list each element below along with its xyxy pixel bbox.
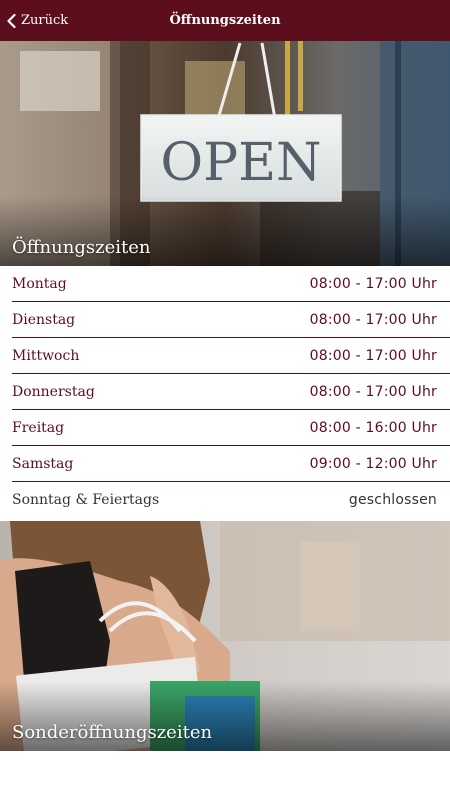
hero-caption-opening-hours: Öffnungszeiten: [12, 237, 151, 258]
page-title: Öffnungszeiten: [169, 13, 281, 28]
list-item: Mittwoch 08:00 - 17:00 Uhr: [0, 338, 450, 374]
hero-special-hours[interactable]: Sonderöffnungszeiten: [0, 521, 450, 751]
opening-hours-list: Montag 08:00 - 17:00 Uhr Dienstag 08:00 …: [0, 266, 450, 521]
list-item: Freitag 08:00 - 16:00 Uhr: [0, 410, 450, 446]
day-label: Mittwoch: [12, 348, 80, 364]
time-value: 08:00 - 17:00 Uhr: [309, 312, 437, 328]
list-item: Montag 08:00 - 17:00 Uhr: [0, 266, 450, 302]
list-item: Samstag 09:00 - 12:00 Uhr: [0, 446, 450, 482]
time-value: 08:00 - 17:00 Uhr: [309, 348, 437, 364]
time-value: 08:00 - 17:00 Uhr: [309, 384, 437, 400]
day-label: Dienstag: [12, 312, 76, 328]
time-value: 08:00 - 16:00 Uhr: [309, 420, 437, 436]
top-bar: Zurück Öffnungszeiten: [0, 0, 450, 41]
day-label: Freitag: [12, 420, 65, 436]
time-value: 08:00 - 17:00 Uhr: [309, 276, 437, 292]
open-sign-text: OPEN: [160, 133, 321, 193]
list-item: Dienstag 08:00 - 17:00 Uhr: [0, 302, 450, 338]
day-label: Sonntag & Feiertags: [12, 492, 160, 508]
time-value: geschlossen: [348, 492, 437, 508]
list-item: Sonntag & Feiertags geschlossen: [0, 482, 450, 518]
day-label: Samstag: [12, 456, 74, 472]
day-label: Donnerstag: [12, 384, 95, 400]
day-label: Montag: [12, 276, 67, 292]
time-value: 09:00 - 12:00 Uhr: [309, 456, 437, 472]
hero-caption-special-hours: Sonderöffnungszeiten: [12, 722, 213, 743]
list-item: Donnerstag 08:00 - 17:00 Uhr: [0, 374, 450, 410]
hero-open-sign: OPEN Öffnungszeiten: [0, 41, 450, 266]
